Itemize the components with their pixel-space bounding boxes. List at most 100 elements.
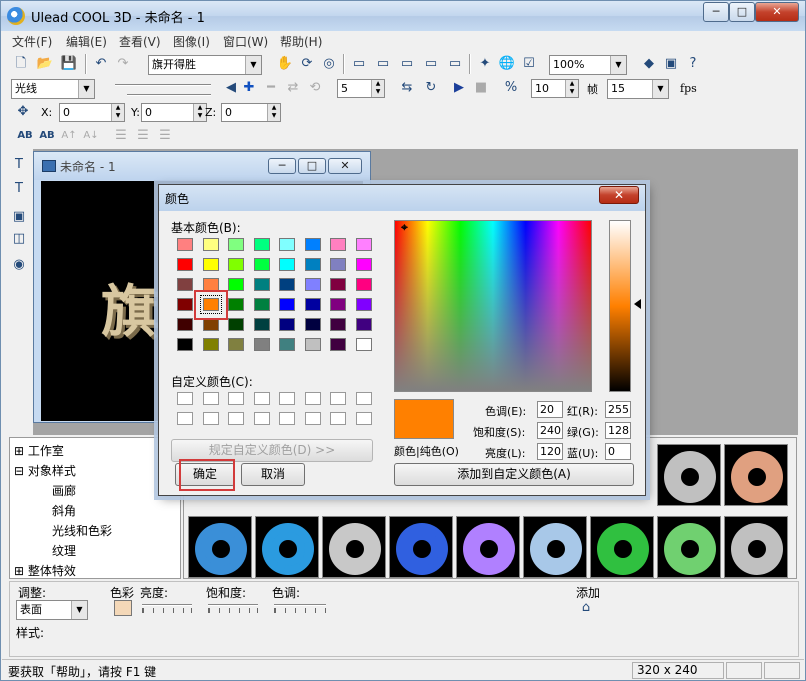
basic-color-swatch[interactable] (253, 238, 270, 251)
custom-color-swatch[interactable] (330, 392, 346, 405)
basic-color-swatch[interactable] (330, 278, 346, 291)
chevron-down-icon[interactable]: ▼ (245, 56, 261, 74)
basic-color-swatch[interactable] (253, 318, 270, 331)
saturation-slider[interactable] (208, 604, 258, 606)
style-thumbnail[interactable] (657, 444, 721, 506)
basic-color-swatch[interactable] (355, 278, 372, 291)
luminance-bar[interactable] (609, 220, 631, 392)
custom-color-swatch[interactable] (279, 392, 295, 405)
style-thumbnail[interactable] (456, 516, 520, 578)
basic-color-swatch[interactable] (355, 298, 372, 311)
lum-field[interactable]: 120 (537, 443, 563, 460)
basic-color-swatch[interactable] (279, 318, 295, 331)
menu-window[interactable]: 窗口(W) (223, 33, 268, 50)
view-front-icon[interactable]: ▭ (349, 54, 369, 74)
doc-maximize-button[interactable]: □ (298, 158, 326, 174)
brightness-slider[interactable] (142, 604, 192, 606)
basic-color-swatch[interactable] (228, 318, 244, 331)
basic-color-swatch[interactable] (228, 298, 244, 311)
split-icon[interactable]: ⇄ (283, 78, 303, 98)
menu-image[interactable]: 图像(I) (173, 33, 210, 50)
tree-item-studio[interactable]: ⊞ 工作室 (14, 442, 64, 459)
custom-color-swatch[interactable] (228, 392, 244, 405)
style-thumbnail[interactable] (523, 516, 587, 578)
view-right-icon[interactable]: ▭ (421, 54, 441, 74)
spin-arrows-icon[interactable]: ▲ ▼ (111, 104, 124, 121)
z-input[interactable]: 0 ▲ ▼ (221, 103, 281, 122)
blue-field[interactable]: 0 (605, 443, 631, 460)
style-thumbnail[interactable] (724, 516, 788, 578)
hand-icon[interactable]: ✋ (275, 54, 295, 74)
new-file-icon[interactable]: 🗋 (11, 54, 31, 74)
basic-color-swatch[interactable] (330, 258, 346, 271)
text-up-icon[interactable]: A↑ (59, 126, 79, 146)
basic-color-swatch[interactable] (253, 258, 270, 271)
globe-icon[interactable]: 🌐 (497, 54, 517, 74)
play-icon[interactable]: ▶ (449, 78, 469, 98)
render-icon[interactable]: ◆ (639, 54, 659, 74)
open-folder-icon[interactable]: 📂 (35, 54, 55, 74)
zoom-combo[interactable]: 100% ▼ (549, 55, 627, 75)
text-down-icon[interactable]: A↓ (81, 126, 101, 146)
basic-color-swatch[interactable] (228, 338, 244, 351)
hue-slider[interactable] (274, 604, 326, 606)
fps-combo[interactable]: 15 ▼ (607, 79, 669, 99)
spin-arrows-icon[interactable]: ▲ ▼ (267, 104, 280, 121)
basic-color-swatch[interactable] (355, 238, 372, 251)
frame-number-spin[interactable]: 5 ▲ ▼ (337, 79, 385, 98)
basic-color-swatch[interactable] (253, 338, 270, 351)
custom-color-swatch[interactable] (177, 392, 193, 405)
doc-minimize-button[interactable]: ─ (268, 158, 296, 174)
chevron-down-icon[interactable]: ▼ (610, 56, 626, 74)
tree-item-object-style[interactable]: ⊟ 对象样式 (14, 462, 76, 479)
save-icon[interactable]: 💾 (59, 54, 79, 74)
basic-color-swatch[interactable] (202, 338, 219, 351)
move-object-icon[interactable]: ✥ (13, 102, 33, 122)
redo-icon[interactable]: ↷ (113, 54, 133, 74)
add-to-custom-colors-button[interactable]: 添加到自定义颜色(A) (394, 463, 634, 486)
custom-color-swatch[interactable] (304, 392, 321, 405)
basic-color-swatch[interactable] (330, 338, 346, 351)
basic-color-swatch[interactable] (177, 318, 193, 331)
dialog-close-button[interactable]: ✕ (599, 186, 639, 204)
hue-field[interactable]: 20 (537, 401, 563, 418)
tree-item-texture[interactable]: 纹理 (52, 542, 76, 559)
menu-view[interactable]: 查看(V) (119, 33, 161, 50)
basic-color-swatch[interactable] (304, 258, 321, 271)
chevron-down-icon[interactable]: ▼ (652, 80, 668, 98)
basic-color-swatch[interactable] (330, 298, 346, 311)
stop-icon[interactable]: ■ (471, 78, 491, 98)
close-button[interactable]: ✕ (755, 2, 799, 22)
basic-color-swatch[interactable] (177, 258, 193, 271)
style-thumbnail[interactable] (322, 516, 386, 578)
align-center-icon[interactable]: ☰ (133, 126, 153, 146)
basic-color-swatch[interactable] (228, 278, 244, 291)
basic-color-swatch[interactable] (355, 258, 372, 271)
geometry-icon[interactable]: ◉ (9, 255, 29, 275)
align-right-icon[interactable]: ☰ (155, 126, 175, 146)
wand-icon[interactable]: ✦ (475, 54, 495, 74)
custom-color-swatch[interactable] (355, 412, 372, 425)
fps-spin[interactable]: 10 ▲ ▼ (531, 79, 579, 98)
custom-color-swatch[interactable] (355, 392, 372, 405)
check-icon[interactable]: ☑ (519, 54, 539, 74)
timeline-slider[interactable] (115, 84, 211, 86)
basic-color-swatch[interactable] (330, 318, 346, 331)
basic-color-swatch[interactable] (304, 278, 321, 291)
basic-color-swatch[interactable] (355, 338, 372, 351)
prev-frame-icon[interactable]: ◀ (221, 78, 241, 98)
basic-color-swatch[interactable] (330, 238, 346, 251)
y-input[interactable]: 0 ▲ ▼ (141, 103, 207, 122)
color-swatch-button[interactable] (114, 600, 132, 616)
keyframe-slider[interactable] (127, 94, 211, 96)
basic-color-swatch[interactable] (279, 258, 295, 271)
custom-color-swatch[interactable] (177, 412, 193, 425)
tree-item-light-color[interactable]: 光线和色彩 (52, 522, 112, 539)
custom-color-swatch[interactable] (330, 412, 346, 425)
custom-color-swatch[interactable] (202, 412, 219, 425)
basic-color-swatch[interactable] (253, 278, 270, 291)
custom-color-swatch[interactable] (228, 412, 244, 425)
basic-color-swatch[interactable] (202, 238, 219, 251)
basic-color-swatch[interactable] (253, 298, 270, 311)
add-keyframe-icon[interactable]: ✚ (239, 78, 259, 98)
